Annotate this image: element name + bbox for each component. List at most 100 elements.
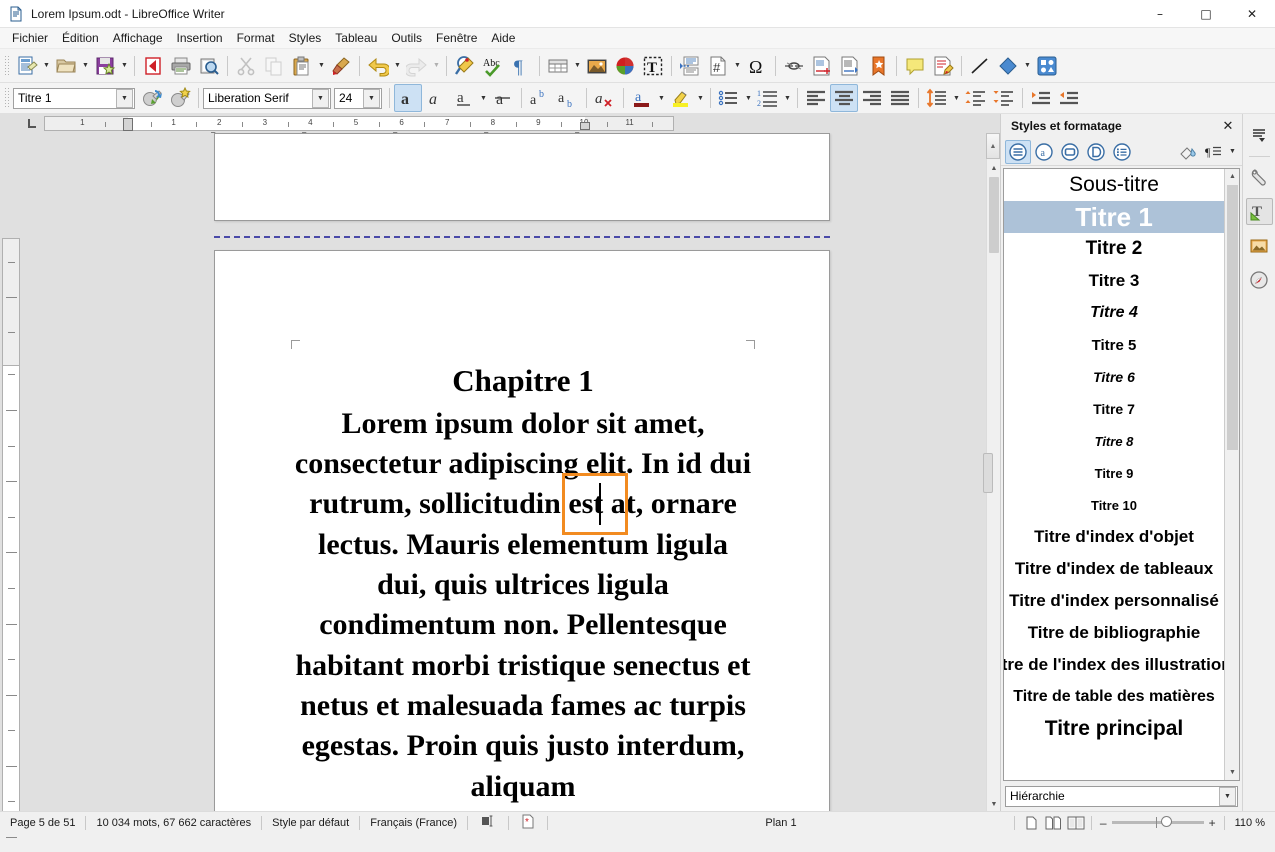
scroll-up-arrow[interactable]: ▲ [1225,169,1239,184]
document-body-text[interactable]: Lorem ipsum dolor sit amet, consectetur … [291,404,755,807]
menu-affichage[interactable]: Affichage [106,29,170,47]
line-spacing-dropdown[interactable]: ▼ [951,84,962,112]
insert-field-button[interactable]: # [704,52,732,80]
close-icon[interactable]: ✕ [1220,118,1236,134]
print-preview-button[interactable] [195,52,223,80]
underline-button[interactable]: a [450,84,478,112]
insert-field-dropdown[interactable]: ▼ [732,52,743,80]
align-center-button[interactable] [830,84,858,112]
menu-fenetre[interactable]: Fenêtre [429,29,484,47]
menu-aide[interactable]: Aide [484,29,522,47]
open-document-dropdown[interactable]: ▼ [80,52,91,80]
basic-shapes-dropdown[interactable]: ▼ [1022,52,1033,80]
sidebar-gallery-button[interactable] [1246,232,1273,259]
paste-dropdown[interactable]: ▼ [316,52,327,80]
insert-table-button[interactable] [544,52,572,80]
menu-outils[interactable]: Outils [384,29,429,47]
spelling-button[interactable]: Abc [479,52,507,80]
align-right-button[interactable] [858,84,886,112]
justified-button[interactable] [886,84,914,112]
outline-indicator[interactable]: Plan 1 [755,817,806,829]
insert-hyperlink-button[interactable] [780,52,808,80]
style-list-item[interactable]: Titre 1 [1004,201,1224,233]
book-view-button[interactable] [1067,815,1085,831]
paragraph-style-combo[interactable]: Titre 1 ▼ [13,87,135,109]
language-indicator[interactable]: Français (France) [360,817,467,829]
close-button[interactable]: ✕ [1229,0,1275,28]
unordered-list-button[interactable] [715,84,743,112]
insert-bookmark-button[interactable] [864,52,892,80]
toolbar-grip[interactable] [4,87,10,109]
print-button[interactable] [167,52,195,80]
decrease-paragraph-spacing-button[interactable] [990,84,1018,112]
basic-shapes-button[interactable] [994,52,1022,80]
font-color-dropdown[interactable]: ▼ [656,84,667,112]
undo-dropdown[interactable]: ▼ [392,52,403,80]
underline-dropdown[interactable]: ▼ [478,84,489,112]
highlight-color-dropdown[interactable]: ▼ [695,84,706,112]
zoom-out-button[interactable]: – [1100,816,1107,830]
style-list-item[interactable]: Titre d'index d'objet [1004,521,1224,553]
style-list-item[interactable]: Titre de l'index des illustrations [1004,649,1224,681]
zoom-slider[interactable]: – + [1092,816,1224,830]
maximize-button[interactable]: □ [1183,0,1229,28]
font-size-combo[interactable]: 24 ▼ [334,87,382,109]
paste-button[interactable] [288,52,316,80]
find-replace-button[interactable] [451,52,479,80]
style-list-item[interactable]: Titre 10 [1004,489,1224,521]
highlight-color-button[interactable] [667,84,695,112]
scroll-navigation-handle[interactable] [983,453,993,493]
scrollbar-thumb[interactable] [989,177,999,253]
scroll-down-arrow[interactable]: ▼ [1225,765,1239,780]
vertical-ruler[interactable] [2,238,20,838]
subscript-button[interactable]: a b [554,84,582,112]
document-vertical-scrollbar[interactable]: ▲ ▲ ▼ [983,133,1000,811]
document-canvas[interactable]: Chapitre 1 Lorem ipsum dolor sit amet, c… [22,133,986,811]
line-spacing-button[interactable] [923,84,951,112]
word-count[interactable]: 10 034 mots, 67 662 caractères [86,817,261,829]
frame-styles-button[interactable] [1057,140,1083,164]
bold-button[interactable]: a [394,84,422,112]
menu-tableau[interactable]: Tableau [328,29,384,47]
sidebar-navigator-button[interactable] [1246,266,1273,293]
style-actions-dropdown[interactable]: ▼ [1227,140,1238,164]
new-style-from-selection-button[interactable] [166,84,194,112]
save-document-button[interactable] [91,52,119,80]
insert-page-break-button[interactable] [676,52,704,80]
increase-paragraph-spacing-button[interactable] [962,84,990,112]
track-changes-button[interactable] [929,52,957,80]
new-document-dropdown[interactable]: ▼ [41,52,52,80]
zoom-in-button[interactable]: + [1209,816,1216,830]
formatting-marks-button[interactable]: ¶ [507,52,535,80]
zoom-knob[interactable] [1160,816,1172,827]
insert-image-button[interactable] [583,52,611,80]
style-list-item[interactable]: Titre 3 [1004,265,1224,297]
right-indent-marker[interactable] [580,122,590,130]
clone-formatting-button[interactable] [327,52,355,80]
insert-chart-button[interactable] [611,52,639,80]
style-list-item[interactable]: Titre d'index personnalisé [1004,585,1224,617]
style-list-item[interactable]: Titre 6 [1004,361,1224,393]
style-list-item[interactable]: Titre d'index de tableaux [1004,553,1224,585]
show-draw-functions-button[interactable] [1033,52,1061,80]
ordered-list-dropdown[interactable]: ▼ [782,84,793,112]
style-list-item[interactable]: Titre principal [1004,713,1224,745]
page-style[interactable]: Style par défaut [262,817,359,829]
scroll-up-arrow[interactable]: ▲ [987,161,1000,175]
page-styles-button[interactable] [1083,140,1109,164]
fill-format-mode-button[interactable] [1175,140,1201,164]
insert-endnote-button[interactable] [836,52,864,80]
list-styles-button[interactable] [1109,140,1135,164]
superscript-button[interactable]: a b [526,84,554,112]
minimize-button[interactable]: – [1137,0,1183,28]
font-color-button[interactable]: a [628,84,656,112]
horizontal-ruler[interactable]: 11234567891011⌐⌐⌐⌐⌐ [44,116,674,137]
sidebar-styles-button[interactable]: T [1245,198,1273,225]
unordered-list-dropdown[interactable]: ▼ [743,84,754,112]
style-filter-combo[interactable]: Hiérarchie ▼ [1005,785,1238,807]
update-selected-style-button[interactable] [138,84,166,112]
toolbar-grip[interactable] [4,54,10,77]
chevron-down-icon[interactable]: ▼ [116,88,133,108]
styles-list-scrollbar[interactable]: ▲ ▼ [1224,169,1239,780]
style-list-item[interactable]: Titre de table des matières [1004,681,1224,713]
